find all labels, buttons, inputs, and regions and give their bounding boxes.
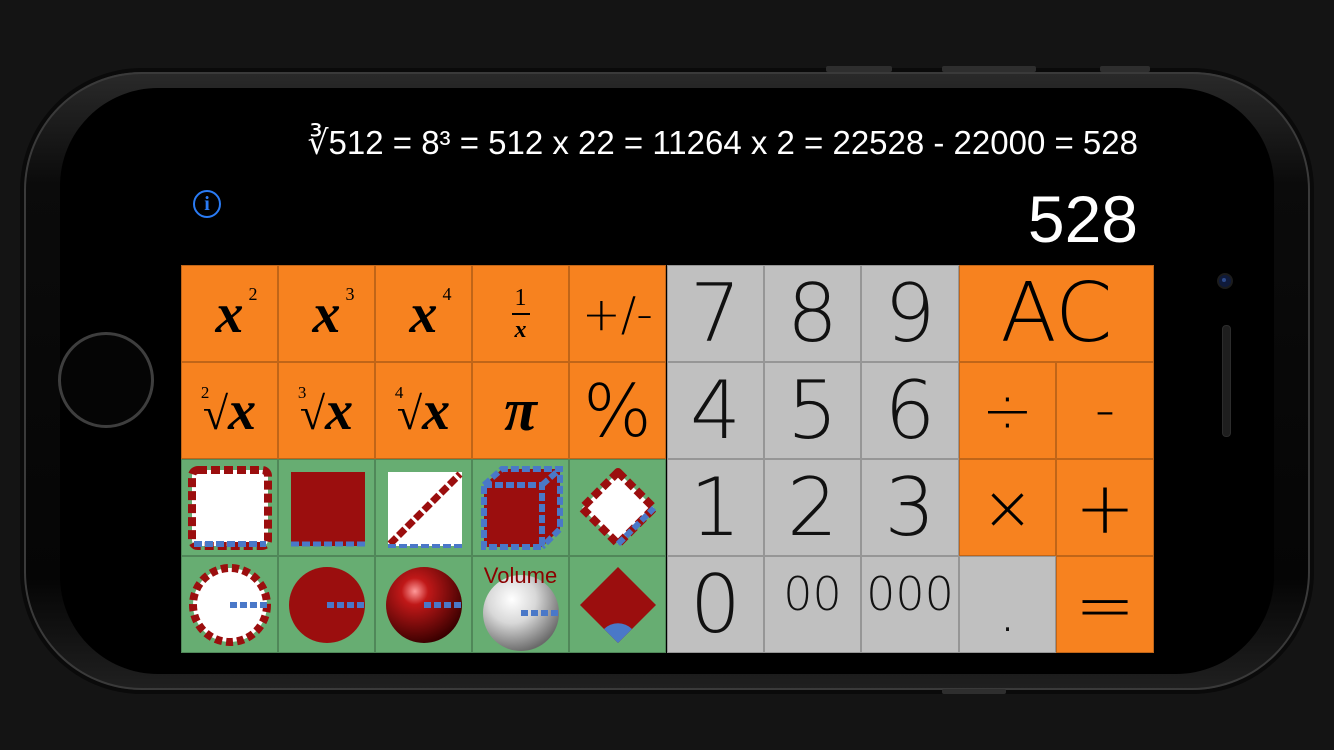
equals-button[interactable]: = [1056,556,1154,653]
speaker-grille [1222,325,1231,437]
double-zero-button[interactable]: 00 [764,556,861,653]
subtract-button[interactable]: - [1056,362,1154,459]
sphere-icon [385,566,462,643]
cbrt-index: 3 [297,382,307,402]
add-button[interactable]: + [1056,459,1154,556]
pi-button[interactable]: π [472,362,569,459]
digit-0-label: 0 [690,558,741,651]
square-diagonal-icon [387,471,462,548]
x-fourth-exp: 4 [442,283,452,304]
square-root-button[interactable]: 2 √x [181,362,278,459]
sqrt-index: 2 [200,382,210,402]
circle-area-button[interactable] [278,556,375,653]
sector-button[interactable] [569,556,666,653]
digit-1-label: 1 [690,461,741,554]
x-cubed-base: x [312,282,341,345]
volume-button-2 [942,66,1036,72]
circle-circumference-icon [188,563,271,646]
x-squared-exp: 2 [248,283,258,304]
rhombus-perimeter-button[interactable] [569,459,666,556]
digit-6-label: 6 [884,364,936,457]
digit-4-button[interactable]: 4 [667,362,764,459]
info-icon[interactable]: i [193,190,221,218]
plus-minus-button[interactable]: +/- [569,265,666,362]
digit-3-button[interactable]: 3 [861,459,959,556]
triple-zero-button[interactable]: 000 [861,556,959,653]
digit-4-label: 4 [690,364,741,457]
divide-label: ÷ [981,374,1034,447]
decimal-label: . [997,576,1018,646]
digit-0-button[interactable]: 0 [667,556,764,653]
mute-switch [942,689,1006,694]
square-perimeter-icon [187,465,272,550]
subtract-label: - [1094,378,1116,443]
cube-icon [480,465,563,550]
plus-minus-label: +/- [582,286,653,341]
calculation-history: ∛512 = 8³ = 512 x 22 = 11264 x 2 = 22528… [307,124,1139,161]
digit-5-button[interactable]: 5 [764,362,861,459]
cube-root-button[interactable]: 3 √x [278,362,375,459]
square-diagonal-button[interactable] [375,459,472,556]
digit-8-button[interactable]: 8 [764,265,861,362]
digit-9-label: 9 [884,267,936,360]
equals-label: = [1074,562,1136,647]
clear-label: AC [1000,266,1113,361]
x-cubed-button[interactable]: x3 [278,265,375,362]
reciprocal-denominator: x [514,316,527,343]
cbrt-base: x [325,379,354,442]
circle-circumference-button[interactable] [181,556,278,653]
digit-7-button[interactable]: 7 [667,265,764,362]
x-squared-base: x [215,282,244,345]
triple-zero-label: 000 [866,567,954,621]
keypad: x2 x3 x4 1x +/- 7 8 9 AC 2 √x 3 √x 4 √x π %… [181,265,1154,653]
percent-label: % [583,368,652,453]
add-label: + [1074,465,1136,550]
sqrt-base: x [228,379,257,442]
digit-9-button[interactable]: 9 [861,265,959,362]
x-cubed-exp: 3 [345,283,355,304]
digit-5-label: 5 [787,364,838,457]
fourth-root-index: 4 [394,382,404,402]
digit-3-label: 3 [884,461,936,554]
square-area-button[interactable] [278,459,375,556]
front-camera-icon [1219,275,1231,287]
volume-button-1 [826,66,892,72]
volume-label: Volume [483,563,558,588]
digit-2-button[interactable]: 2 [764,459,861,556]
result-value: 528 [1027,182,1138,256]
cube-button[interactable] [472,459,569,556]
square-area-icon [290,471,365,546]
decimal-button[interactable]: . [959,556,1056,653]
fourth-root-base: x [422,379,451,442]
power-button [1100,66,1150,72]
multiply-button[interactable]: × [959,459,1056,556]
digit-1-button[interactable]: 1 [667,459,764,556]
x-fourth-button[interactable]: x4 [375,265,472,362]
x-fourth-base: x [409,282,438,345]
multiply-label: × [981,471,1034,544]
x-squared-button[interactable]: x2 [181,265,278,362]
reciprocal-button[interactable]: 1x [472,265,569,362]
digit-2-label: 2 [787,461,838,554]
fourth-root-button[interactable]: 4 √x [375,362,472,459]
reciprocal-numerator: 1 [514,284,527,311]
sphere-button[interactable] [375,556,472,653]
double-zero-label: 00 [783,567,842,621]
rhombus-perimeter-icon [577,467,658,548]
sphere-volume-button[interactable]: Volume [472,556,569,653]
calculator-screen: ∛512 = 8³ = 512 x 22 = 11264 x 2 = 22528… [181,105,1154,653]
digit-7-label: 7 [690,267,741,360]
clear-button[interactable]: AC [959,265,1154,362]
divide-button[interactable]: ÷ [959,362,1056,459]
percent-button[interactable]: % [569,362,666,459]
square-perimeter-button[interactable] [181,459,278,556]
digit-6-button[interactable]: 6 [861,362,959,459]
display-area: ∛512 = 8³ = 512 x 22 = 11264 x 2 = 22528… [181,105,1154,265]
digit-8-label: 8 [787,267,838,360]
fraction-bar [511,312,530,315]
sector-icon [579,566,656,643]
circle-area-icon [288,566,365,643]
pi-label: π [504,377,537,443]
home-button[interactable] [58,332,154,428]
